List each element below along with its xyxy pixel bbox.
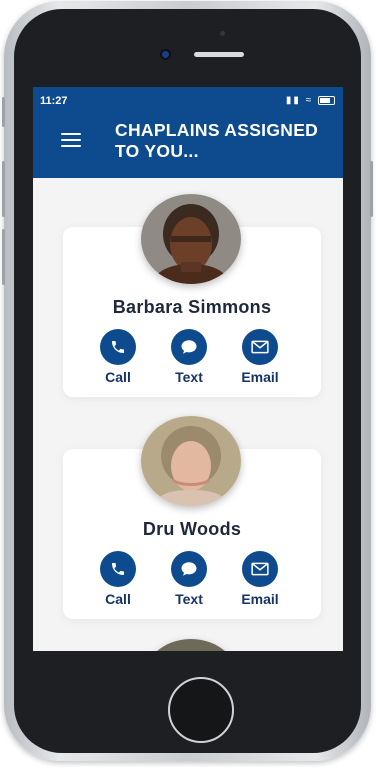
volume-down-button bbox=[2, 229, 5, 285]
home-button[interactable] bbox=[168, 677, 234, 743]
call-label: Call bbox=[105, 591, 131, 607]
text-label: Text bbox=[175, 591, 203, 607]
signal-icon: ▮▮ bbox=[285, 95, 301, 106]
proximity-sensor bbox=[162, 51, 169, 58]
front-camera bbox=[220, 31, 225, 36]
silent-switch bbox=[2, 97, 5, 127]
status-icons: ▮▮ ≈ bbox=[286, 95, 335, 106]
call-button[interactable]: Call bbox=[88, 329, 148, 385]
battery-icon bbox=[318, 95, 335, 105]
email-button[interactable]: Email bbox=[230, 329, 290, 385]
app-header: 11:27 ▮▮ ≈ CHAPLAINS ASSIGNED TO YOU... bbox=[33, 87, 343, 178]
call-button[interactable]: Call bbox=[88, 551, 148, 607]
wifi-icon: ≈ bbox=[305, 95, 314, 106]
avatar bbox=[141, 194, 241, 284]
text-button[interactable]: Text bbox=[159, 551, 219, 607]
envelope-icon bbox=[251, 562, 269, 576]
email-label: Email bbox=[241, 591, 279, 607]
envelope-icon bbox=[251, 340, 269, 354]
power-button bbox=[370, 161, 373, 217]
phone-device-frame: 11:27 ▮▮ ≈ CHAPLAINS ASSIGNED TO YOU... … bbox=[2, 1, 373, 761]
chaplain-name: Dru Woods bbox=[142, 519, 242, 539]
menu-icon[interactable] bbox=[61, 133, 81, 147]
phone-icon bbox=[112, 341, 124, 353]
chaplain-name: Barbara Simmons bbox=[112, 297, 272, 317]
speech-bubble-icon bbox=[181, 562, 197, 576]
avatar bbox=[141, 416, 241, 506]
email-button[interactable]: Email bbox=[230, 551, 290, 607]
text-label: Text bbox=[175, 369, 203, 385]
phone-icon bbox=[112, 563, 124, 575]
call-label: Call bbox=[105, 369, 131, 385]
phone-bezel: 11:27 ▮▮ ≈ CHAPLAINS ASSIGNED TO YOU... … bbox=[14, 9, 361, 753]
avatar bbox=[141, 639, 241, 651]
app-screen: 11:27 ▮▮ ≈ CHAPLAINS ASSIGNED TO YOU... … bbox=[33, 87, 343, 651]
email-label: Email bbox=[241, 369, 279, 385]
earpiece-speaker bbox=[194, 52, 244, 57]
volume-up-button bbox=[2, 161, 5, 217]
page-title: CHAPLAINS ASSIGNED TO YOU... bbox=[115, 120, 319, 161]
status-time: 11:27 bbox=[40, 95, 68, 107]
speech-bubble-icon bbox=[181, 340, 197, 354]
text-button[interactable]: Text bbox=[159, 329, 219, 385]
